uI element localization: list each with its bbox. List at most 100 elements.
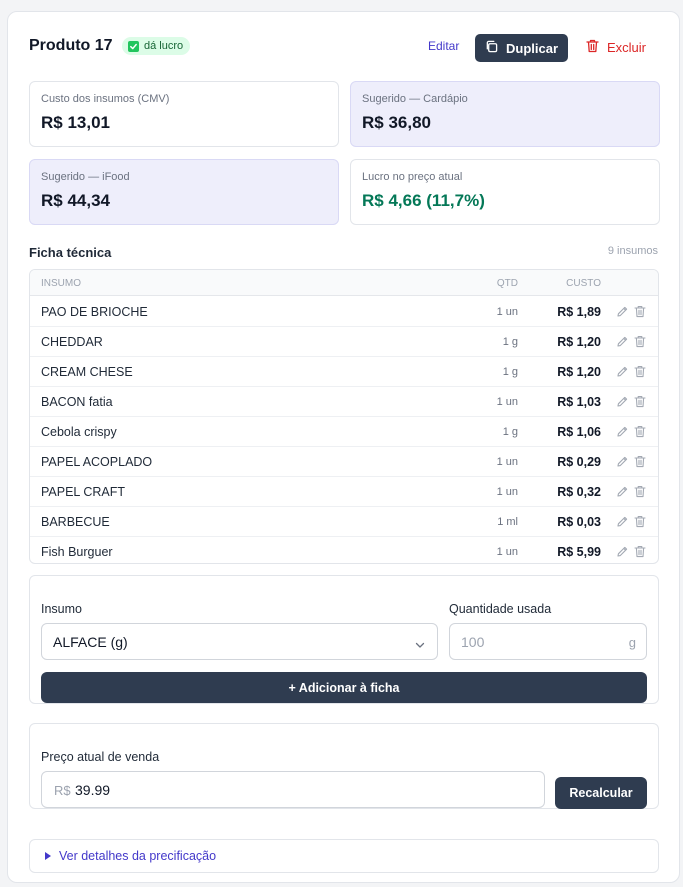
qty-unit: g <box>628 635 636 650</box>
row-qtd: 1 un <box>496 546 518 558</box>
pencil-icon[interactable] <box>616 515 629 528</box>
trash-icon[interactable] <box>634 395 647 408</box>
copy-icon <box>485 40 498 56</box>
trash-icon[interactable] <box>634 545 647 558</box>
table-row: CREAM CHESE 1 g R$ 1,20 <box>30 357 658 387</box>
triangle-right-icon <box>45 852 51 860</box>
row-cost: R$ 0,03 <box>557 515 601 529</box>
trash-icon[interactable] <box>634 515 647 528</box>
row-insumo-name: PAPEL CRAFT <box>41 485 126 499</box>
ifood-card: Sugerido — iFood R$ 44,34 <box>29 159 339 225</box>
qty-label: Quantidade usada <box>449 602 552 616</box>
table-row: PAPEL ACOPLADO 1 un R$ 0,29 <box>30 447 658 477</box>
table-row: BARBECUE 1 ml R$ 0,03 <box>30 507 658 537</box>
qty-placeholder: 100 <box>461 634 485 650</box>
pencil-icon[interactable] <box>616 425 629 438</box>
ficha-table: INSUMO QTD CUSTO PAO DE BRIOCHE 1 un R$ 1,… <box>29 269 659 564</box>
pencil-icon[interactable] <box>616 335 629 348</box>
trash-icon[interactable] <box>634 335 647 348</box>
price-input[interactable]: R$ 39.99 <box>41 771 545 808</box>
pencil-icon[interactable] <box>616 395 629 408</box>
cmv-label: Custo dos insumos (CMV) <box>41 93 170 105</box>
trash-icon[interactable] <box>634 365 647 378</box>
row-insumo-name: BACON fatia <box>41 395 113 409</box>
delete-label: Excluir <box>607 40 647 55</box>
row-insumo-name: Cebola crispy <box>41 425 117 439</box>
status-badge-label: dá lucro <box>144 40 184 52</box>
recalculate-button[interactable]: Recalcular <box>555 777 647 809</box>
col-insumo: INSUMO <box>41 278 81 289</box>
table-row: Cebola crispy 1 g R$ 1,06 <box>30 417 658 447</box>
ifood-label: Sugerido — iFood <box>41 171 130 183</box>
table-row: Fish Burguer 1 un R$ 5,99 <box>30 537 658 563</box>
row-insumo-name: PAO DE BRIOCHE <box>41 305 148 319</box>
row-cost: R$ 1,89 <box>557 305 601 319</box>
col-custo: CUSTO <box>566 278 601 289</box>
profit-card: Lucro no preço atual R$ 4,66 (11,7%) <box>350 159 660 225</box>
pencil-icon[interactable] <box>616 485 629 498</box>
cardapio-label: Sugerido — Cardápio <box>362 93 468 105</box>
insumo-select[interactable]: ALFACE (g) <box>41 623 438 660</box>
duplicate-button[interactable]: Duplicar <box>475 34 568 62</box>
row-cost: R$ 1,03 <box>557 395 601 409</box>
product-card: Produto 17 dá lucro Editar Duplicar Excl… <box>7 11 680 883</box>
price-label: Preço atual de venda <box>41 750 160 764</box>
row-cost: R$ 0,29 <box>557 455 601 469</box>
delete-button[interactable]: Excluir <box>586 39 646 56</box>
add-to-ficha-button[interactable]: + Adicionar à ficha <box>41 672 647 703</box>
pencil-icon[interactable] <box>616 365 629 378</box>
row-cost: R$ 1,20 <box>557 335 601 349</box>
pencil-icon[interactable] <box>616 305 629 318</box>
qty-input[interactable]: 100 g <box>449 623 647 660</box>
cardapio-value: R$ 36,80 <box>362 113 431 132</box>
trash-icon <box>586 39 599 56</box>
row-qtd: 1 g <box>502 336 518 348</box>
table-header: INSUMO QTD CUSTO <box>30 270 658 296</box>
row-qtd: 1 un <box>496 486 518 498</box>
row-cost: R$ 1,06 <box>557 425 601 439</box>
insumo-label: Insumo <box>41 602 82 616</box>
row-insumo-name: PAPEL ACOPLADO <box>41 455 153 469</box>
chevron-down-icon <box>415 637 425 655</box>
profit-value: R$ 4,66 (11,7%) <box>362 191 485 210</box>
profit-label: Lucro no preço atual <box>362 171 463 183</box>
pricing-details-toggle[interactable]: Ver detalhes da precificação <box>29 839 659 873</box>
currency-prefix: R$ <box>54 783 71 798</box>
row-qtd: 1 g <box>502 366 518 378</box>
ficha-count: 9 insumos <box>607 245 658 257</box>
cmv-value: R$ 13,01 <box>41 113 110 132</box>
ifood-value: R$ 44,34 <box>41 191 110 210</box>
row-insumo-name: Fish Burguer <box>41 545 113 559</box>
row-cost: R$ 0,32 <box>557 485 601 499</box>
col-qtd: QTD <box>496 278 518 289</box>
row-qtd: 1 un <box>496 456 518 468</box>
trash-icon[interactable] <box>634 455 647 468</box>
table-row: BACON fatia 1 un R$ 1,03 <box>30 387 658 417</box>
table-row: CHEDDAR 1 g R$ 1,20 <box>30 327 658 357</box>
pencil-icon[interactable] <box>616 455 629 468</box>
pencil-icon[interactable] <box>616 545 629 558</box>
row-qtd: 1 ml <box>497 516 518 528</box>
table-row: PAPEL CRAFT 1 un R$ 0,32 <box>30 477 658 507</box>
trash-icon[interactable] <box>634 485 647 498</box>
row-insumo-name: CREAM CHESE <box>41 365 133 379</box>
table-row: PAO DE BRIOCHE 1 un R$ 1,89 <box>30 297 658 327</box>
edit-button[interactable]: Editar <box>428 39 459 53</box>
pricing-details-label: Ver detalhes da precificação <box>59 849 217 863</box>
ficha-title: Ficha técnica <box>29 245 112 260</box>
product-title: Produto 17 <box>29 37 113 54</box>
row-qtd: 1 un <box>496 396 518 408</box>
duplicate-label: Duplicar <box>505 40 558 56</box>
cardapio-card: Sugerido — Cardápio R$ 36,80 <box>350 81 660 147</box>
row-cost: R$ 5,99 <box>557 545 601 559</box>
trash-icon[interactable] <box>634 425 647 438</box>
trash-icon[interactable] <box>634 305 647 318</box>
check-icon <box>128 40 139 52</box>
cmv-card: Custo dos insumos (CMV) R$ 13,01 <box>29 81 339 147</box>
row-qtd: 1 un <box>496 306 518 318</box>
insumo-select-value: ALFACE (g) <box>53 634 128 650</box>
row-cost: R$ 1,20 <box>557 365 601 379</box>
price-value: 39.99 <box>75 782 111 798</box>
row-qtd: 1 g <box>502 426 518 438</box>
row-insumo-name: CHEDDAR <box>41 335 103 349</box>
